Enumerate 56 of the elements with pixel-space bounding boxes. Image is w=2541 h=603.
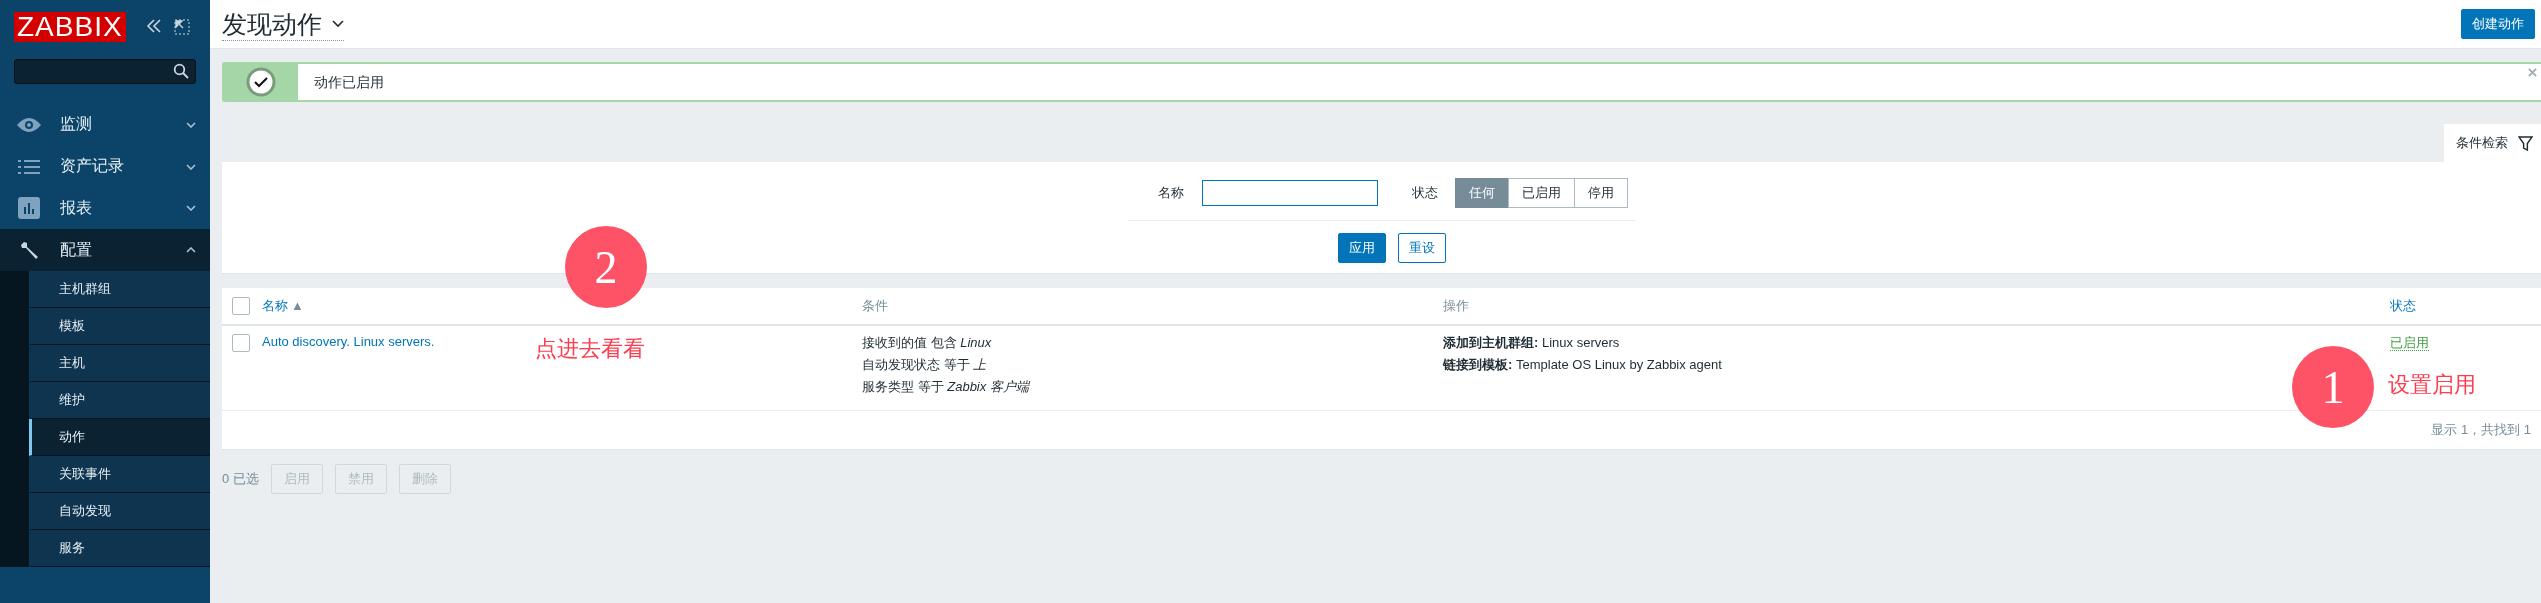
operation-text: 添加到主机群组: Linux servers	[1443, 334, 1620, 352]
status-option[interactable]: 已启用	[1507, 178, 1575, 208]
chevron-icon	[186, 205, 196, 212]
filter-icon	[2518, 135, 2533, 151]
submenu-item[interactable]: 服务	[29, 530, 210, 568]
list-icon	[16, 159, 42, 174]
column-header[interactable]: 状态	[2390, 297, 2541, 315]
apply-button[interactable]: 应用	[1337, 233, 1386, 263]
action-name-link[interactable]: Auto discovery. Linux servers.	[262, 334, 435, 349]
condition-text: 接收到的值 包含 Linux	[862, 334, 992, 352]
bar-chart-icon	[16, 197, 42, 220]
kiosk-icon[interactable]	[173, 18, 190, 35]
submenu-item[interactable]: 自动发现	[29, 493, 210, 531]
reset-button[interactable]: 重设	[1397, 233, 1446, 263]
select-all-checkbox[interactable]	[232, 297, 250, 315]
submenu-item[interactable]: 主机群组	[29, 271, 210, 309]
submenu-item[interactable]: 主机	[29, 345, 210, 383]
chevron-icon	[186, 121, 196, 128]
column-header[interactable]: 名称	[262, 298, 288, 313]
logo[interactable]: ZABBIX	[14, 11, 126, 42]
chevron-icon	[186, 163, 196, 170]
column-header: 条件	[862, 297, 889, 315]
annotation-text: 点进去看看	[535, 335, 645, 363]
submenu-item[interactable]: 关联事件	[29, 456, 210, 494]
filter-tab[interactable]: 条件检索	[2444, 124, 2541, 162]
name-label: 名称	[1157, 184, 1184, 202]
create-action-button[interactable]: 创建动作	[2461, 9, 2535, 39]
submenu-item[interactable]: 维护	[29, 382, 210, 420]
submenu-item[interactable]: 模板	[29, 308, 210, 346]
status-label: 状态	[1411, 184, 1438, 202]
search-icon[interactable]	[173, 63, 189, 80]
name-field[interactable]	[1201, 180, 1378, 206]
operation-text: 链接到模板: Template OS Linux by Zabbix agent	[1443, 356, 1722, 374]
condition-text: 自动发现状态 等于 上	[862, 356, 987, 374]
caret-icon	[332, 19, 344, 28]
status-option[interactable]: 停用	[1573, 178, 1628, 208]
nav-item[interactable]: 配置	[0, 229, 210, 272]
result-count: 显示 1，共找到 1	[2431, 422, 2531, 437]
column-header: 操作	[1443, 297, 1470, 315]
selected-count: 0 已选	[222, 470, 259, 488]
status-link[interactable]: 已启用	[2390, 335, 2429, 351]
chevron-icon	[186, 247, 196, 254]
nav-item[interactable]: 资产记录	[0, 145, 210, 188]
collapse-icon[interactable]	[145, 18, 162, 33]
eye-icon	[16, 116, 42, 133]
search-field[interactable]	[14, 59, 196, 84]
submenu-item[interactable]: 动作	[29, 419, 210, 457]
sort-indicator: ▲	[291, 298, 304, 313]
page-title[interactable]: 发现动作	[222, 7, 344, 41]
nav-item[interactable]: 报表	[0, 187, 210, 230]
nav-item[interactable]: 监测	[0, 103, 210, 146]
message-text: 动作已启用	[313, 73, 384, 92]
check-circle-icon	[246, 67, 276, 97]
row-checkbox[interactable]	[232, 334, 250, 352]
annotation-text: 设置启用	[2388, 371, 2476, 399]
condition-text: 服务类型 等于 Zabbix 客户端	[862, 378, 1029, 396]
